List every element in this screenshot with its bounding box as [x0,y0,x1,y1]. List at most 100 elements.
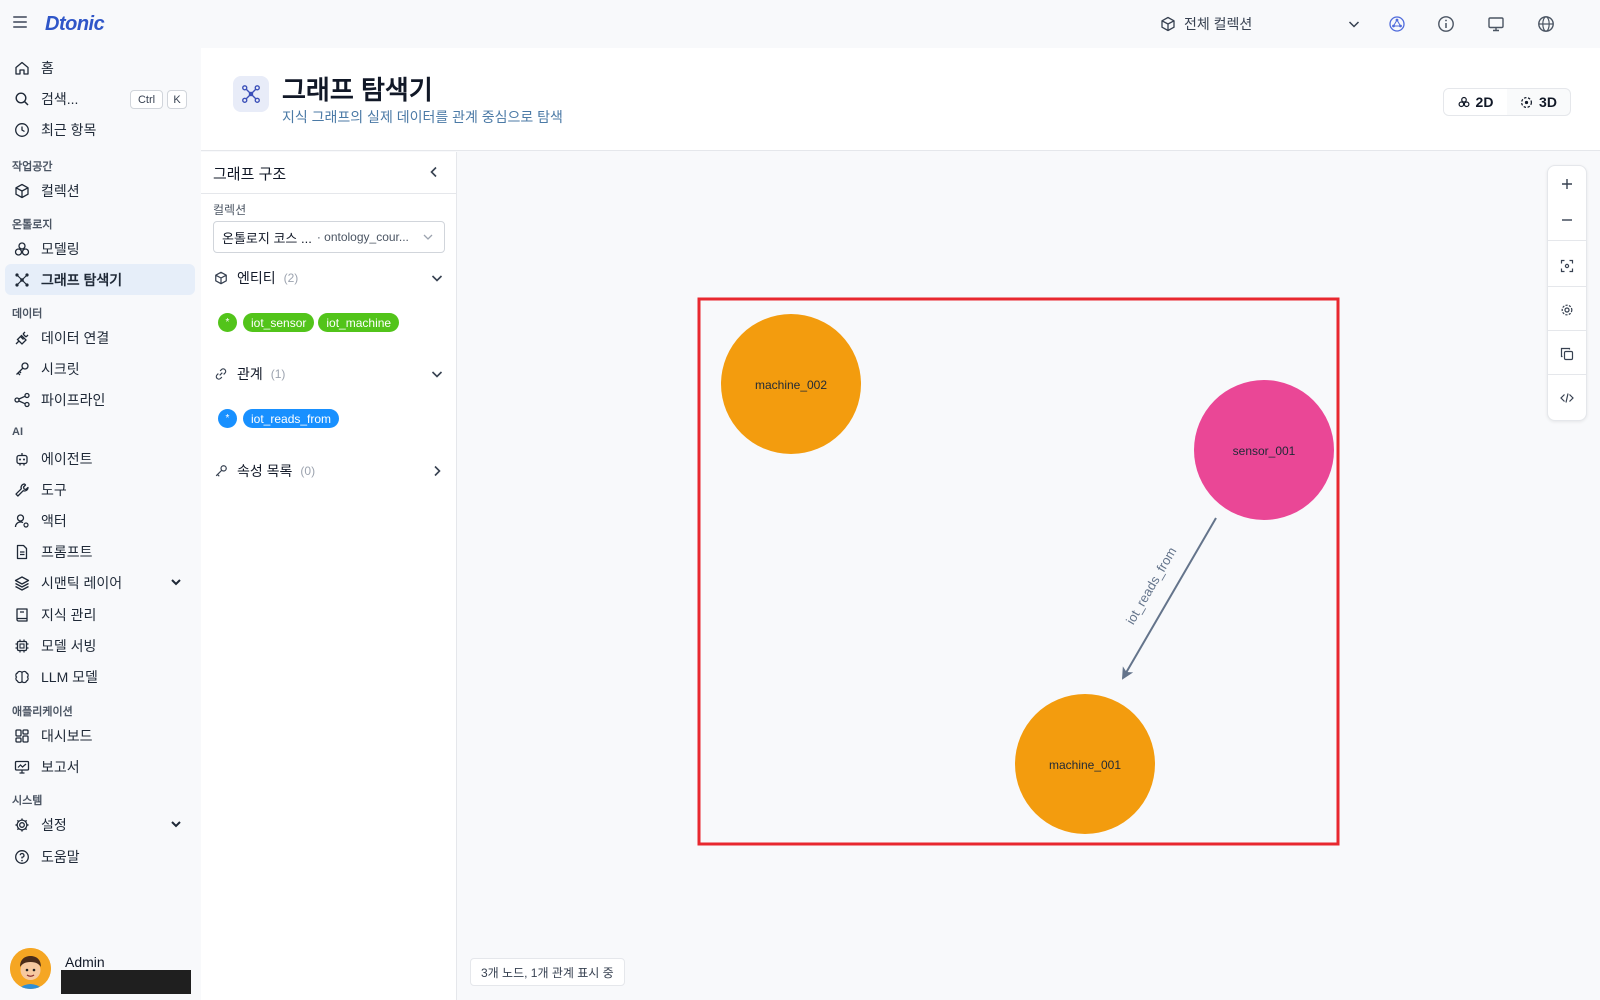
fit-view-button[interactable] [1548,248,1586,284]
avatar [10,948,51,989]
settings-button[interactable] [1548,292,1586,328]
copy-button[interactable] [1548,336,1586,372]
sidebar-item-model-serving[interactable]: 모델 서빙 [5,630,195,661]
info-icon[interactable] [1435,13,1457,35]
search-icon [13,90,31,108]
sidebar-item-graph-explorer[interactable]: 그래프 탐색기 [5,264,195,295]
sidebar-item-data-connection[interactable]: 데이터 연결 [5,322,195,353]
book-icon [13,606,31,624]
sidebar-item-help[interactable]: 도움말 [5,841,195,872]
entity-chip-iot-sensor[interactable]: iot_sensor [243,313,315,332]
properties-count: (0) [300,464,316,478]
user-gear-icon [13,512,31,530]
link-icon [213,366,229,382]
asterisk-icon[interactable]: * [218,313,237,332]
app-logo[interactable]: Dtonic [45,13,105,36]
sidebar-item-label: 최근 항목 [41,121,97,138]
divider [1548,240,1586,241]
section-label-system: 시스템 [12,795,43,807]
collection-select-value: 온톨로지 코스 ... [222,230,312,246]
sidebar-item-label: 시크릿 [41,360,80,377]
sidebar-item-semantic-layer[interactable]: 시맨틱 레이어 [5,567,195,598]
sidebar-item-label: 설정 [41,816,67,833]
edge-label: iot_reads_from [1123,544,1180,626]
graph-status-badge: 3개 노드, 1개 관계 표시 중 [470,958,625,986]
relation-chip-iot-reads-from[interactable]: iot_reads_from [243,409,340,428]
graph-icon[interactable] [1386,13,1408,35]
plug-icon [13,329,31,347]
sidebar-item-label: 지식 관리 [41,606,97,623]
wrench-icon [13,481,31,499]
sidebar-item-collections[interactable]: 컬렉션 [5,175,195,206]
graph-canvas[interactable]: iot_reads_from machine_002 sensor_001 ma… [458,152,1600,1000]
sidebar-item-label: 모델링 [41,240,80,257]
sidebar-item-modeling[interactable]: 모델링 [5,233,195,264]
chevron-down-icon [1348,21,1360,28]
section-label-workspace: 작업공간 [12,161,53,173]
sidebar-item-recent[interactable]: 최근 항목 [5,114,195,145]
collection-selector[interactable]: 전체 컬렉션 [1160,10,1364,38]
sidebar-item-llm-models[interactable]: LLM 모델 [5,661,195,692]
divider [201,193,457,194]
view-2d-button[interactable]: 2D [1444,89,1507,115]
graph-edge[interactable]: iot_reads_from [1121,517,1217,680]
view-3d-button[interactable]: 3D [1507,89,1570,115]
view-2d-label: 2D [1475,94,1494,110]
key-icon [213,463,229,479]
sidebar-item-search[interactable]: 검색... Ctrl K [5,83,195,114]
properties-section-header[interactable]: 속성 목록 (0) [213,459,445,483]
zoom-in-button[interactable] [1548,166,1586,202]
sidebar-item-tools[interactable]: 도구 [5,474,195,505]
zoom-out-button[interactable] [1548,202,1586,238]
monitor-icon[interactable] [1485,13,1507,35]
section-label-applications: 애플리케이션 [12,706,73,718]
clock-icon [13,121,31,139]
entity-chip-iot-machine[interactable]: iot_machine [318,313,400,332]
sidebar-item-home[interactable]: 홈 [5,52,195,83]
asterisk-icon[interactable]: * [218,409,237,428]
collection-select[interactable]: 온톨로지 코스 ... · ontology_cour... [213,221,445,253]
sidebar-item-label: 프롬프트 [41,543,93,560]
code-view-button[interactable] [1548,380,1586,416]
sidebar-item-actors[interactable]: 액터 [5,505,195,536]
sidebar-item-settings[interactable]: 설정 [5,809,195,840]
sidebar-item-dashboard[interactable]: 대시보드 [5,720,195,751]
sidebar-item-agents[interactable]: 에이전트 [5,443,195,474]
graph-node-machine-002[interactable]: machine_002 [721,314,861,454]
sidebar-item-label: LLM 모델 [41,668,98,685]
home-icon [13,59,31,77]
sidebar-item-label: 데이터 연결 [41,329,110,346]
sidebar-item-label: 액터 [41,512,67,529]
globe-icon[interactable] [1535,13,1557,35]
divider [1548,286,1586,287]
sidebar-item-pipeline[interactable]: 파이프라인 [5,384,195,415]
relations-section-header[interactable]: 관계 (1) [213,362,445,386]
sidebar-item-label: 검색... [41,90,79,107]
sidebar-item-knowledge[interactable]: 지식 관리 [5,599,195,630]
chevron-left-icon[interactable] [426,164,442,180]
panel-title: 그래프 구조 [213,166,287,183]
user-profile[interactable]: Admin [10,948,200,994]
sidebar-item-prompts[interactable]: 프롬프트 [5,536,195,567]
graph-svg[interactable]: iot_reads_from machine_002 sensor_001 ma… [458,152,1600,1000]
sidebar-item-reports[interactable]: 보고서 [5,751,195,782]
graph-node-machine-001[interactable]: machine_001 [1015,694,1155,834]
view-mode-toggle: 2D 3D [1443,88,1571,116]
kbd-k: K [167,90,187,109]
key-icon [13,360,31,378]
menu-icon[interactable] [13,16,27,28]
collection-field-label: 컬렉션 [213,203,247,217]
page-header: 그래프 탐색기 지식 그래프의 실제 데이터를 관계 중심으로 탐색 2D 3D [201,48,1600,151]
entities-label: 엔티티 [237,270,276,286]
collection-select-id: · ontology_cour... [316,230,409,244]
sidebar-item-secrets[interactable]: 시크릿 [5,353,195,384]
sidebar-item-label: 파이프라인 [41,391,106,408]
brain-icon [13,668,31,686]
orbit-icon [1521,96,1533,108]
node-label: machine_002 [755,378,827,392]
entities-section-header[interactable]: 엔티티 (2) [213,266,445,290]
collection-selector-label: 전체 컬렉션 [1184,16,1253,32]
share-icon [13,391,31,409]
graph-node-sensor-001[interactable]: sensor_001 [1194,380,1334,520]
robot-icon [13,450,31,468]
